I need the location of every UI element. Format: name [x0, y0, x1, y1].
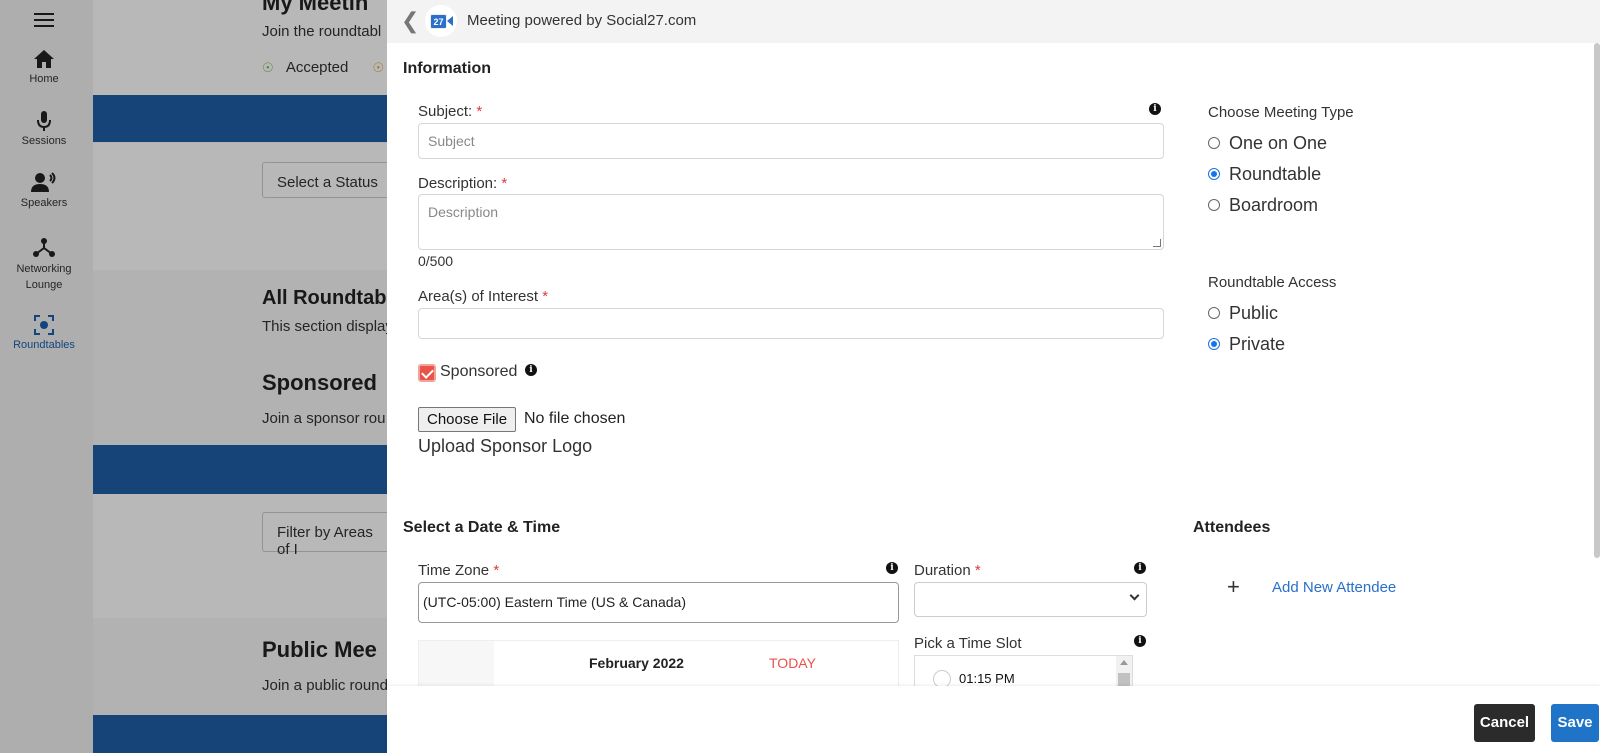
- panel-footer: Cancel Save: [387, 686, 1600, 753]
- roundtable-access-label: Roundtable Access: [1208, 274, 1337, 291]
- subject-label: Subject: *: [418, 103, 483, 120]
- timezone-input[interactable]: (UTC-05:00) Eastern Time (US & Canada): [418, 582, 899, 623]
- radio-roundtable[interactable]: [1208, 168, 1220, 180]
- cancel-button[interactable]: Cancel: [1474, 704, 1535, 742]
- calendar-month: February 2022: [589, 655, 684, 671]
- radio-one-on-one[interactable]: [1208, 137, 1220, 149]
- description-label: Description: *: [418, 175, 508, 192]
- panel-scrollbar[interactable]: [1594, 43, 1600, 558]
- back-chevron-icon[interactable]: ❮: [401, 9, 419, 34]
- add-icon[interactable]: +: [1227, 574, 1240, 600]
- meeting-type-label: Choose Meeting Type: [1208, 104, 1354, 121]
- resize-handle-icon[interactable]: [1153, 239, 1161, 247]
- areas-of-interest-label: Area(s) of Interest *: [418, 288, 549, 305]
- panel-title: Meeting powered by Social27.com: [467, 12, 697, 29]
- areas-of-interest-input[interactable]: [418, 308, 1164, 339]
- radio-label-boardroom: Boardroom: [1229, 195, 1319, 215]
- attendees-heading: Attendees: [1193, 519, 1271, 536]
- time-slot-label: 01:15 PM: [959, 671, 1015, 686]
- pick-time-slot-label: Pick a Time Slot: [914, 635, 1022, 652]
- radio-label-public: Public: [1229, 303, 1279, 323]
- timezone-info-icon[interactable]: i: [886, 562, 898, 574]
- duration-info-icon[interactable]: i: [1134, 562, 1146, 574]
- radio-label-private: Private: [1229, 334, 1286, 354]
- save-button[interactable]: Save: [1551, 704, 1599, 742]
- panel-header: ❮ 27 Meeting powered by Social27.com: [387, 0, 1600, 43]
- timezone-label: Time Zone *: [418, 562, 500, 579]
- duration-label: Duration *: [914, 562, 981, 579]
- today-button[interactable]: TODAY: [769, 655, 816, 671]
- sponsored-checkbox[interactable]: [418, 364, 436, 382]
- social27-logo: 27: [425, 5, 457, 37]
- radio-public[interactable]: [1208, 307, 1220, 319]
- sponsored-info-icon[interactable]: i: [525, 364, 537, 376]
- information-heading: Information: [403, 60, 491, 77]
- duration-select[interactable]: [914, 582, 1147, 617]
- upload-sponsor-logo-label: Upload Sponsor Logo: [418, 436, 593, 456]
- create-meeting-panel: ❮ 27 Meeting powered by Social27.com Inf…: [387, 0, 1600, 753]
- description-textarea[interactable]: Description: [418, 194, 1164, 250]
- radio-private[interactable]: [1208, 338, 1220, 350]
- radio-label-roundtable: Roundtable: [1229, 164, 1322, 184]
- file-status-text: No file chosen: [524, 410, 626, 427]
- calendar-widget: February 2022 TODAY: [418, 640, 899, 690]
- time-slot-info-icon[interactable]: i: [1134, 635, 1146, 647]
- add-new-attendee-link[interactable]: Add New Attendee: [1272, 579, 1396, 596]
- chevron-down-icon: [1129, 590, 1140, 601]
- choose-file-button[interactable]: Choose File: [418, 407, 517, 432]
- subject-info-icon[interactable]: i: [1149, 103, 1161, 115]
- radio-label-one-on-one: One on One: [1229, 133, 1328, 153]
- date-time-heading: Select a Date & Time: [403, 519, 561, 536]
- radio-boardroom[interactable]: [1208, 199, 1220, 211]
- description-counter: 0/500: [418, 253, 454, 269]
- sponsored-label: Sponsored: [440, 363, 518, 380]
- subject-input[interactable]: Subject: [418, 123, 1164, 159]
